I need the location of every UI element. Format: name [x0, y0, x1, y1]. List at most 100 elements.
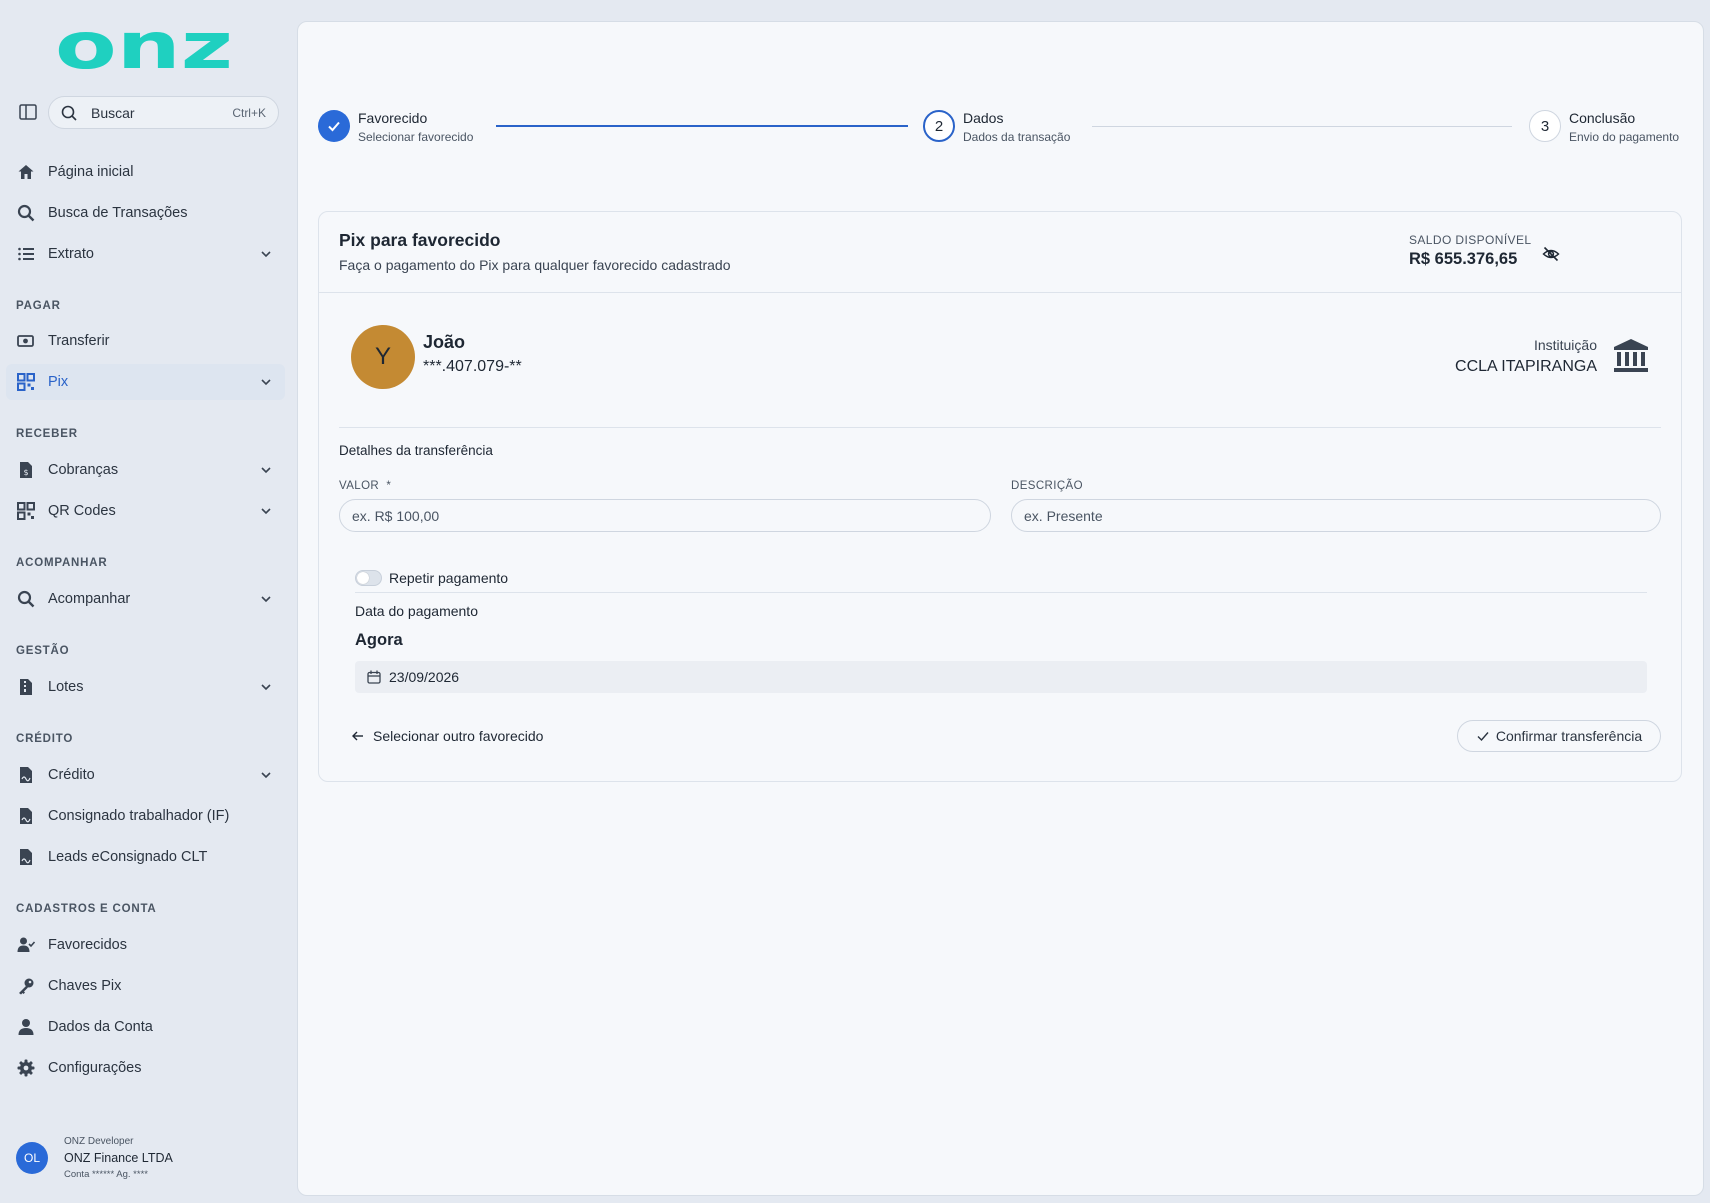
file-signature-icon [16, 847, 36, 867]
chevron-down-icon [261, 772, 271, 779]
sidebar-item-credit[interactable]: Crédito [6, 757, 285, 793]
details-title: Detalhes da transferência [339, 443, 493, 458]
avatar: OL [16, 1142, 48, 1174]
step-conclusion[interactable]: 3 Conclusão Envio do pagamento [1529, 110, 1679, 144]
user-role: ONZ Developer [64, 1136, 134, 1147]
svg-text:onz: onz [55, 20, 233, 76]
check-icon [318, 110, 350, 142]
search-label: Buscar [91, 104, 135, 121]
sidebar-item-home[interactable]: Página inicial [6, 154, 285, 190]
select-other-favorite-button[interactable]: Selecionar outro favorecido [351, 728, 543, 744]
eye-off-icon[interactable] [1542, 245, 1560, 263]
institution-value: CCLA ITAPIRANGA [1455, 358, 1597, 375]
balance-value: R$ 655.376,65 [1409, 250, 1518, 268]
user-account: Conta ****** Ag. **** [64, 1169, 148, 1180]
sidebar-item-payroll[interactable]: Consignado trabalhador (IF) [6, 798, 285, 834]
file-signature-icon [16, 806, 36, 826]
search-input[interactable]: Buscar Ctrl+K [48, 96, 279, 129]
chevron-down-icon [261, 379, 271, 386]
step-number: 3 [1529, 110, 1561, 142]
sidebar-item-batches[interactable]: Lotes [6, 669, 285, 705]
sidebar-item-leads[interactable]: Leads eConsignado CLT [6, 839, 285, 875]
divider [355, 592, 1647, 593]
onz-logo[interactable]: onz [55, 20, 237, 76]
main-panel: Favorecido Selecionar favorecido 2 Dados… [297, 21, 1704, 1196]
repeat-payment-toggle[interactable] [355, 570, 382, 586]
step-subtitle: Envio do pagamento [1569, 130, 1680, 144]
sidebar-item-transactions[interactable]: Busca de Transações [6, 195, 285, 231]
favorite-avatar: Y [351, 325, 415, 389]
sidebar-item-favorites[interactable]: Favorecidos [6, 927, 285, 963]
favorite-document: ***.407.079-** [423, 358, 522, 375]
sidebar-item-statement[interactable]: Extrato [6, 236, 285, 272]
svg-text:$: $ [23, 468, 28, 477]
step-favorite[interactable]: Favorecido Selecionar favorecido [318, 110, 473, 144]
qrcode-icon [16, 501, 36, 521]
user-info: ONZ Developer ONZ Finance LTDA Conta ***… [64, 1136, 173, 1180]
search-icon [16, 203, 36, 223]
divider [339, 427, 1661, 428]
search-icon [61, 105, 77, 121]
section-track: ACOMPANHAR [16, 557, 108, 569]
card-header: Pix para favorecido Faça o pagamento do … [319, 212, 1681, 293]
sidebar-item-qrcodes[interactable]: QR Codes [6, 493, 285, 529]
file-signature-icon [16, 765, 36, 785]
sidebar-item-track[interactable]: Acompanhar [6, 581, 285, 617]
section-credit: CRÉDITO [16, 733, 74, 745]
step-title: Favorecido [358, 110, 428, 126]
description-input[interactable] [1011, 499, 1661, 532]
home-icon [16, 162, 36, 182]
favorite-name: João [423, 332, 466, 352]
arrow-left-icon [352, 731, 363, 741]
value-label: VALOR * [339, 480, 392, 492]
step-title: Dados [963, 110, 1004, 126]
sidebar-item-account-data[interactable]: Dados da Conta [6, 1009, 285, 1045]
step-data[interactable]: 2 Dados Dados da transação [923, 110, 1070, 144]
section-management: GESTÃO [16, 645, 70, 657]
card-title: Pix para favorecido [339, 230, 501, 250]
user-company: ONZ Finance LTDA [64, 1151, 173, 1165]
confirm-transfer-button[interactable]: Confirmar transferência [1457, 720, 1661, 752]
pix-card: Pix para favorecido Faça o pagamento do … [318, 211, 1682, 782]
file-zip-icon [16, 677, 36, 697]
balance-label: SALDO DISPONÍVEL [1409, 233, 1532, 247]
search-shortcut: Ctrl+K [232, 105, 266, 120]
money-transfer-icon [16, 331, 36, 351]
user-icon [16, 1017, 36, 1037]
chevron-down-icon [261, 684, 271, 691]
sidebar-toggle-icon[interactable] [18, 103, 38, 121]
key-icon [16, 976, 36, 996]
section-pay: PAGAR [16, 300, 61, 312]
chevron-down-icon [261, 251, 271, 258]
value-input[interactable] [339, 499, 991, 532]
payment-date-value: 23/09/2026 [389, 669, 460, 685]
required-mark: * [386, 480, 392, 492]
repeat-payment-label: Repetir pagamento [389, 570, 509, 586]
step-number: 2 [923, 110, 955, 142]
back-label: Selecionar outro favorecido [373, 728, 544, 744]
calendar-icon [367, 670, 381, 684]
sidebar-item-pix[interactable]: Pix [6, 364, 285, 400]
list-icon [16, 244, 36, 264]
step-subtitle: Selecionar favorecido [358, 130, 474, 144]
user-card[interactable]: OL ONZ Developer ONZ Finance LTDA Conta … [16, 1130, 286, 1186]
section-registry: CADASTROS E CONTA [16, 903, 157, 915]
institution-label: Instituição [1533, 337, 1597, 353]
chevron-down-icon [261, 508, 271, 515]
payment-date-field[interactable]: 23/09/2026 [355, 661, 1647, 693]
step-connector-done [496, 125, 908, 127]
payment-now: Agora [355, 631, 403, 649]
sidebar-item-pix-keys[interactable]: Chaves Pix [6, 968, 285, 1004]
section-receive: RECEBER [16, 428, 78, 440]
sidebar: onz Buscar Ctrl+K Página inicial Busca d… [0, 0, 297, 1203]
step-title: Conclusão [1569, 110, 1636, 126]
chevron-down-icon [261, 596, 271, 603]
qrcode-icon [16, 372, 36, 392]
sidebar-item-charges[interactable]: $ Cobranças [6, 452, 285, 488]
user-check-icon [16, 935, 36, 955]
sidebar-item-settings[interactable]: Configurações [6, 1050, 285, 1086]
description-label: DESCRIÇÃO [1011, 480, 1083, 492]
card-subtitle: Faça o pagamento do Pix para qualquer fa… [339, 257, 731, 273]
sidebar-item-transfer[interactable]: Transferir [6, 323, 285, 359]
stepper: Favorecido Selecionar favorecido 2 Dados… [318, 110, 1688, 158]
